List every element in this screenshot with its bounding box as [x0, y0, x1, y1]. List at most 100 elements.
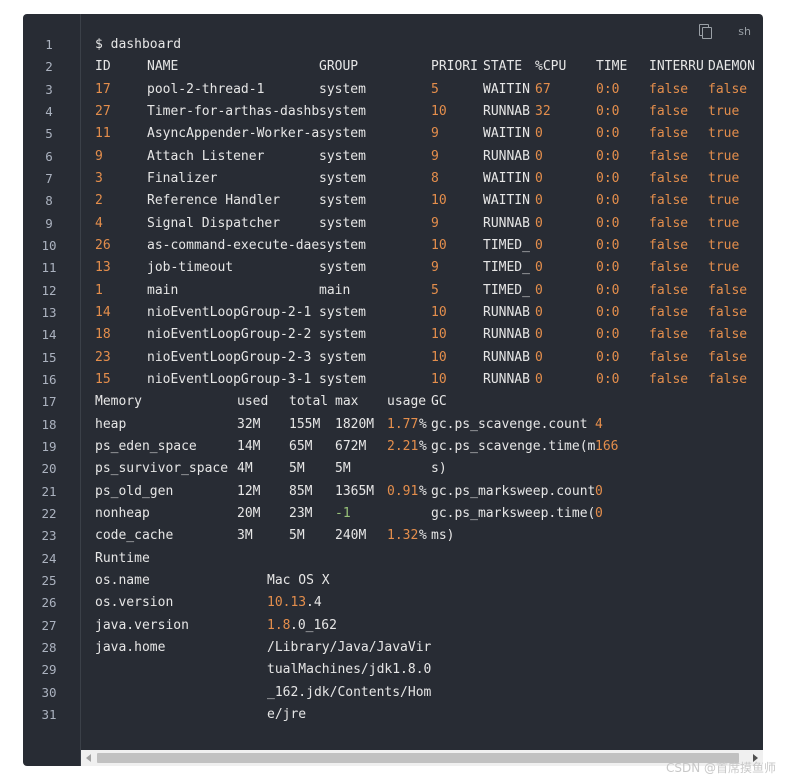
line-number: 14 — [41, 327, 57, 343]
memory-max: 1820M — [335, 416, 375, 432]
thread-time: 0:0 — [596, 103, 620, 119]
memory-usage-number: 2.21 — [387, 438, 419, 454]
line-number: 25 — [41, 572, 57, 588]
thread-interrupted: false — [649, 349, 689, 365]
thread-interrupted: false — [649, 126, 689, 142]
memory-used: 20M — [237, 505, 261, 521]
thread-cpu: 0 — [535, 371, 543, 387]
thread-group: main — [319, 282, 351, 298]
memory-name: nonheap — [95, 505, 150, 521]
thread-cpu: 0 — [535, 349, 543, 365]
thread-priority: 10 — [431, 371, 447, 387]
gc-key: ms) — [431, 528, 455, 544]
thread-group: system — [319, 148, 366, 164]
thread-state: RUNNAB — [483, 304, 530, 320]
line-number: 19 — [41, 438, 57, 454]
watermark: CSDN @首席摸鱼师 — [665, 761, 776, 775]
thread-id: 26 — [95, 237, 111, 253]
thread-interrupted: false — [649, 193, 689, 209]
thread-interrupted: false — [649, 371, 689, 387]
thread-daemon: false — [708, 282, 748, 298]
memory-total: 23M — [289, 505, 313, 521]
gc-key: gc.ps_marksweep.time( — [431, 505, 596, 521]
memory-max: 672M — [335, 438, 367, 454]
thread-cpu: 0 — [535, 327, 543, 343]
memory-total: 85M — [289, 483, 313, 499]
thread-interrupted: false — [649, 260, 689, 276]
thread-name: AsyncAppender-Worker-a — [147, 126, 320, 142]
line-number: 24 — [41, 550, 57, 566]
thread-id: 13 — [95, 260, 111, 276]
thread-header: NAME — [147, 59, 179, 75]
thread-header: TIME — [596, 59, 628, 75]
line-number: 28 — [41, 639, 57, 655]
thread-state: WAITIN — [483, 126, 530, 142]
thread-id: 23 — [95, 349, 111, 365]
thread-name: pool-2-thread-1 — [147, 81, 265, 97]
line-number: 13 — [41, 304, 57, 320]
thread-daemon: true — [708, 260, 740, 276]
thread-id: 4 — [95, 215, 103, 231]
line-number: 15 — [41, 349, 57, 365]
thread-cpu: 0 — [535, 148, 543, 164]
memory-header: GC — [431, 394, 447, 410]
thread-daemon: true — [708, 237, 740, 253]
thread-daemon: true — [708, 126, 740, 142]
thread-group: system — [319, 304, 366, 320]
thread-state: WAITIN — [483, 81, 530, 97]
thread-priority: 10 — [431, 103, 447, 119]
scrollbar-thumb[interactable] — [97, 753, 739, 763]
memory-max: 1365M — [335, 483, 375, 499]
thread-header: STATE — [483, 59, 523, 75]
thread-group: system — [319, 170, 366, 186]
line-number: 22 — [41, 505, 57, 521]
copy-icon[interactable] — [699, 24, 712, 39]
thread-cpu: 0 — [535, 304, 543, 320]
line-number: 2 — [45, 59, 53, 75]
thread-name: Timer-for-arthas-dashb — [147, 103, 320, 119]
thread-state: WAITIN — [483, 193, 530, 209]
line-number-gutter: 1 2 3 4 5 6 7 8 9 10 11 12 13 14 15 16 17 18 19 20 21 22 23 24 2… — [23, 14, 81, 766]
thread-priority: 9 — [431, 260, 439, 276]
gc-key: gc.ps_marksweep.count — [431, 483, 596, 499]
runtime-key: java.home — [95, 639, 166, 655]
memory-total: 5M — [289, 461, 305, 477]
thread-priority: 10 — [431, 327, 447, 343]
line-number: 5 — [45, 126, 53, 142]
thread-priority: 9 — [431, 148, 439, 164]
memory-name: ps_old_gen — [95, 483, 174, 499]
runtime-value: /Library/Java/JavaVir — [267, 639, 432, 655]
scroll-left-arrow-icon[interactable] — [86, 754, 91, 762]
line-number: 10 — [41, 237, 57, 253]
thread-daemon: true — [708, 103, 740, 119]
thread-group: system — [319, 126, 366, 142]
memory-name: ps_eden_space — [95, 438, 197, 454]
line-number: 16 — [41, 371, 57, 387]
line-number: 18 — [41, 416, 57, 432]
thread-header: INTERRU — [649, 59, 704, 75]
thread-group: system — [319, 81, 366, 97]
thread-daemon: true — [708, 215, 740, 231]
gc-value: 4 — [595, 416, 603, 432]
thread-id: 3 — [95, 170, 103, 186]
thread-state: RUNNAB — [483, 215, 530, 231]
thread-interrupted: false — [649, 304, 689, 320]
thread-state: WAITIN — [483, 170, 530, 186]
runtime-value-number: 10.13 — [267, 595, 307, 611]
gc-value: 0 — [595, 483, 603, 499]
line-number: 6 — [45, 148, 53, 164]
thread-header: PRIORI — [431, 59, 478, 75]
runtime-value-number: 1.8 — [267, 617, 291, 633]
line-number: 20 — [41, 461, 57, 477]
thread-daemon: true — [708, 148, 740, 164]
horizontal-scrollbar[interactable] — [81, 750, 763, 766]
line-number: 23 — [41, 528, 57, 544]
thread-time: 0:0 — [596, 215, 620, 231]
memory-used: 3M — [237, 528, 253, 544]
thread-header: ID — [95, 59, 111, 75]
thread-group: system — [319, 103, 366, 119]
thread-state: RUNNAB — [483, 327, 530, 343]
memory-usage-number: 1.32 — [387, 528, 419, 544]
line-number: 1 — [45, 37, 53, 52]
thread-daemon: true — [708, 193, 740, 209]
